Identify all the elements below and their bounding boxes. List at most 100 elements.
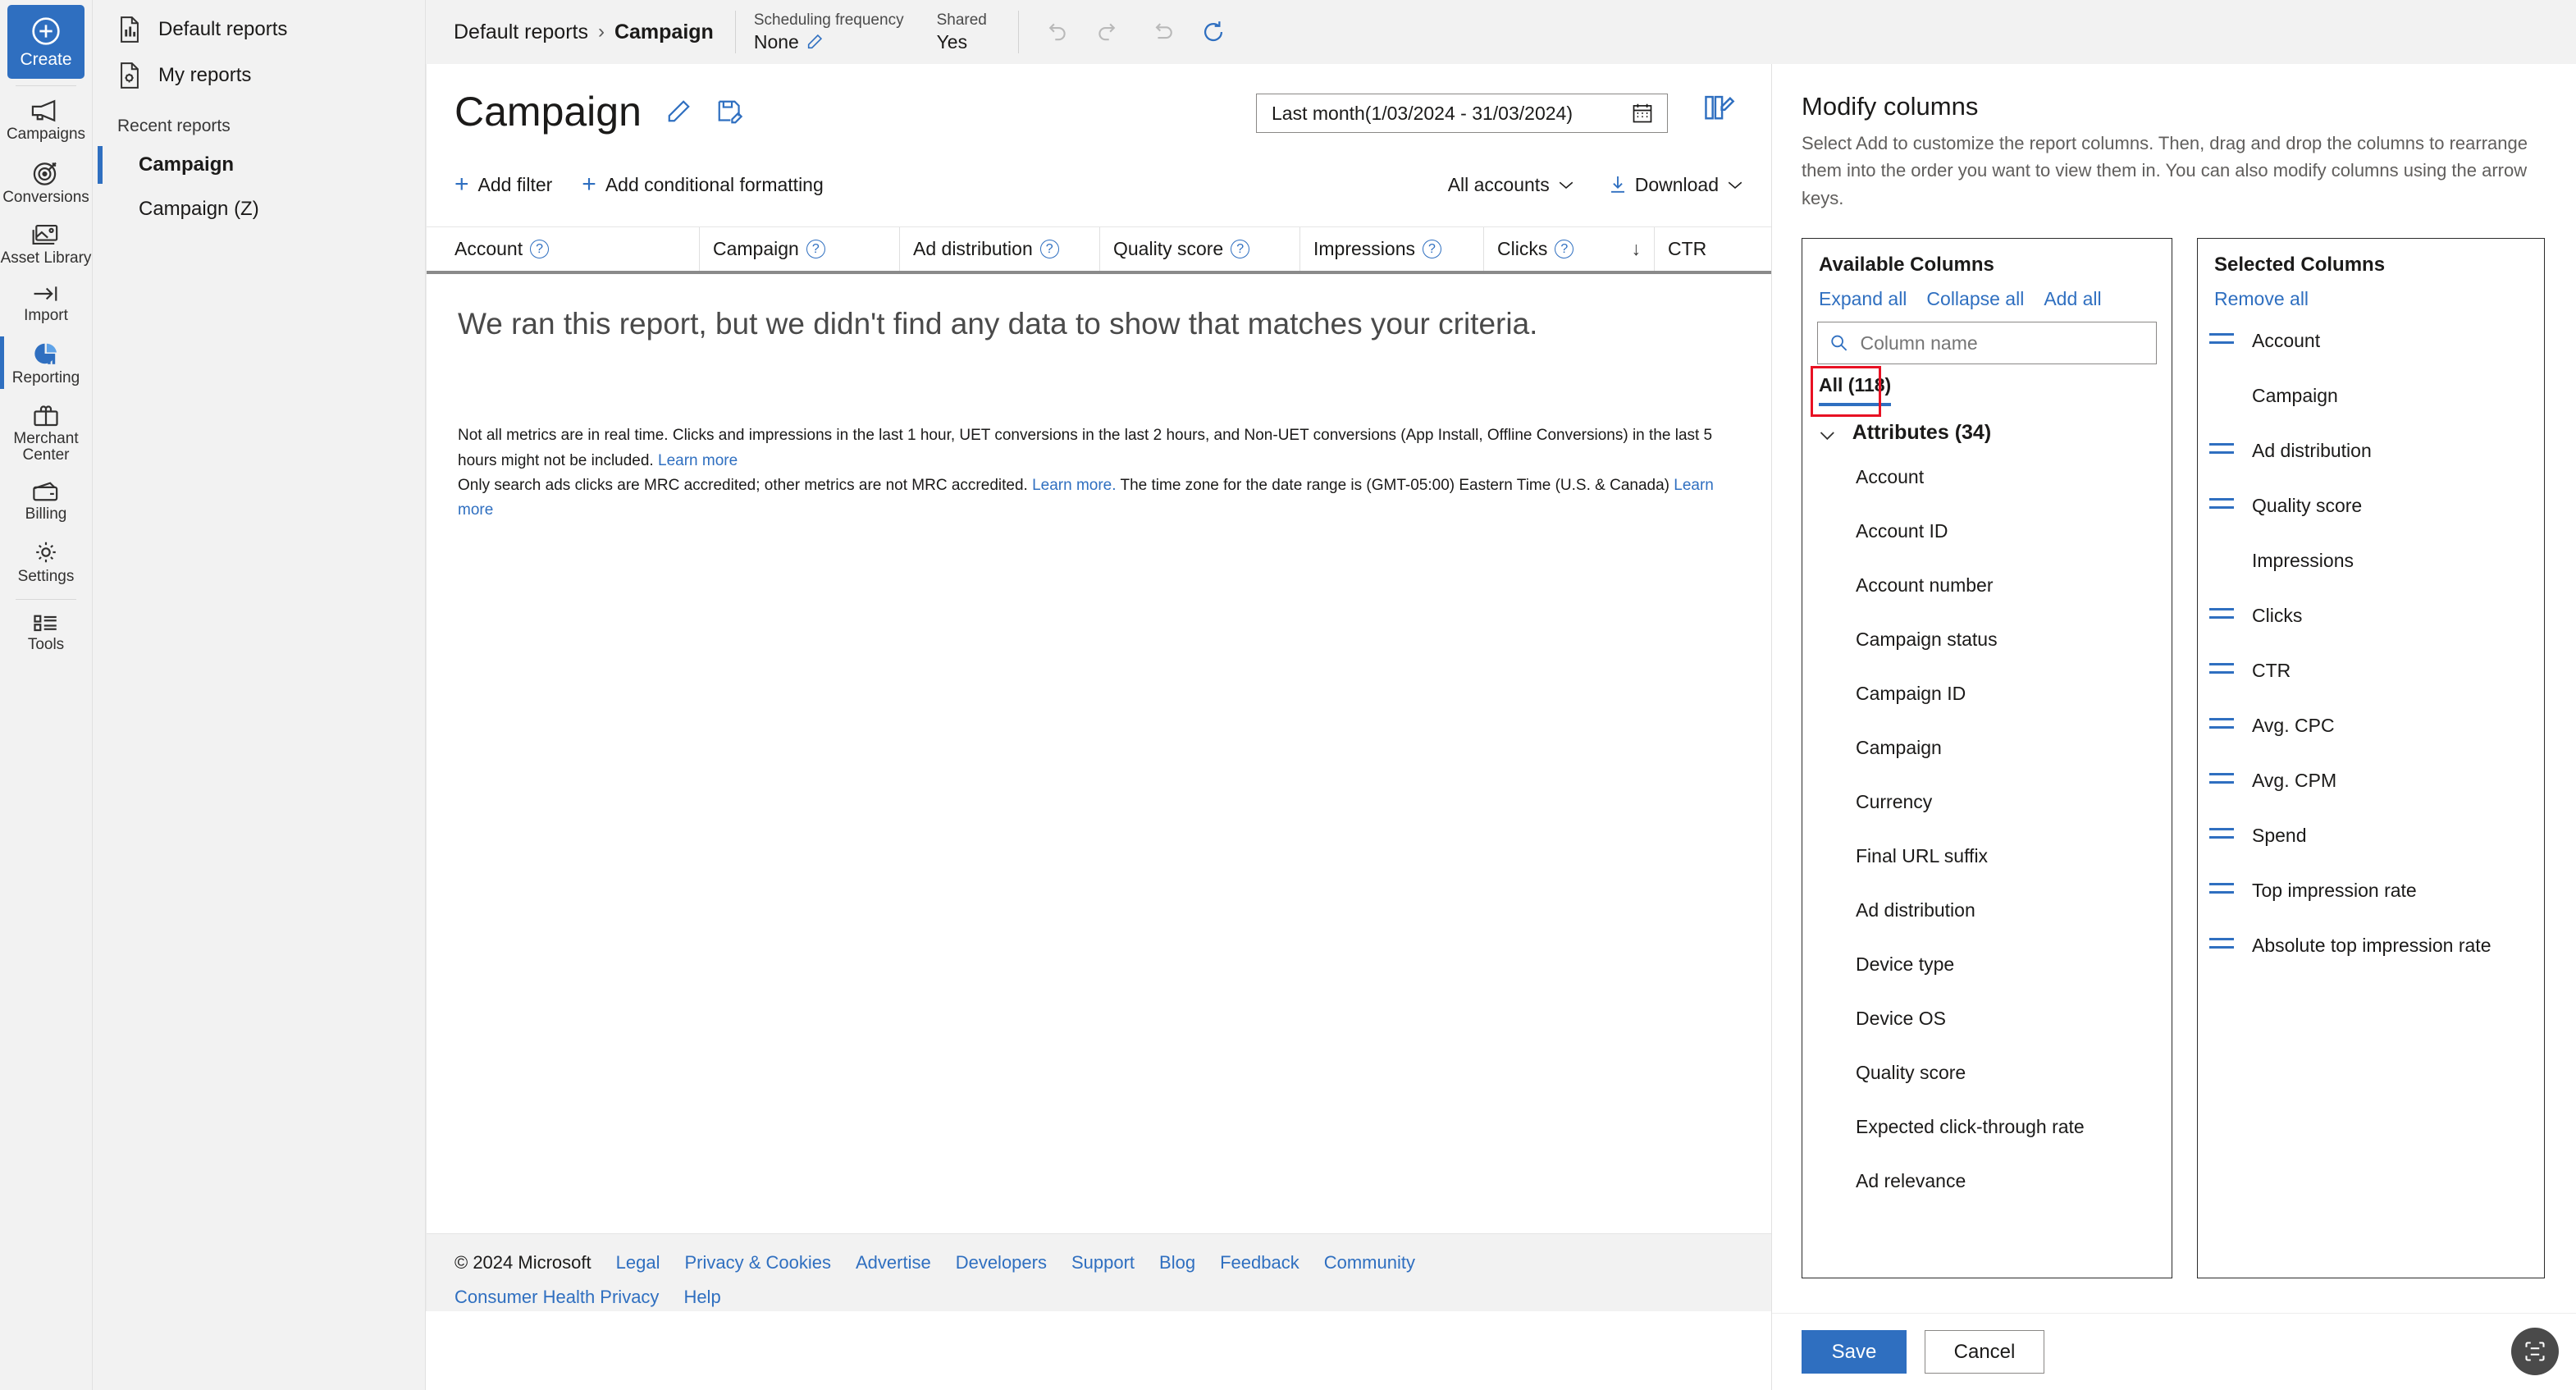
footer-link-help[interactable]: Help <box>683 1287 720 1308</box>
reorder-handle-icon[interactable] <box>2209 442 2234 460</box>
add-all-link[interactable]: Add all <box>2044 288 2101 310</box>
available-column-item[interactable]: Campaign <box>1802 720 2172 775</box>
sidebar-item-tools[interactable]: Tools <box>0 603 93 661</box>
help-icon[interactable]: ? <box>1039 240 1059 258</box>
learn-more-link[interactable]: Learn more <box>658 452 738 469</box>
reorder-handle-icon[interactable] <box>2209 662 2234 679</box>
selected-column-item[interactable]: Ad distribution <box>2198 423 2544 478</box>
selected-column-item[interactable]: Impressions <box>2198 533 2544 588</box>
sort-descending-icon[interactable]: ↓ <box>1632 238 1642 260</box>
drag-handle-icon[interactable] <box>1824 468 1836 486</box>
date-range-picker[interactable]: Last month(1/03/2024 - 31/03/2024) <box>1256 94 1668 133</box>
selected-column-item[interactable]: Avg. CPC <box>2198 698 2544 753</box>
available-column-item[interactable]: Currency <box>1802 775 2172 829</box>
selected-column-item[interactable]: Top impression rate <box>2198 863 2544 918</box>
refresh-icon[interactable] <box>1199 18 1227 46</box>
drag-handle-icon[interactable] <box>1824 901 1836 919</box>
column-header-clicks[interactable]: Clicks ? ↓ <box>1483 227 1654 271</box>
help-icon[interactable]: ? <box>806 240 825 258</box>
drag-handle-icon[interactable] <box>1824 522 1836 540</box>
undo-icon[interactable] <box>1042 18 1070 46</box>
selected-column-item[interactable]: Clicks <box>2198 588 2544 643</box>
tab-all[interactable]: All (118) <box>1819 374 1891 403</box>
footer-link-blog[interactable]: Blog <box>1159 1252 1195 1273</box>
revert-icon[interactable] <box>1147 18 1175 46</box>
reorder-handle-icon[interactable] <box>2209 827 2234 844</box>
reorder-handle-icon[interactable] <box>2209 717 2234 734</box>
selected-column-item[interactable]: Campaign <box>2198 368 2544 423</box>
reorder-handle-icon[interactable] <box>2209 772 2234 789</box>
selected-column-item[interactable]: Account <box>2198 313 2544 368</box>
footer-link-advertise[interactable]: Advertise <box>856 1252 931 1273</box>
selected-column-item[interactable]: Spend <box>2198 808 2544 863</box>
drag-handle-icon[interactable] <box>1824 1009 1836 1027</box>
column-header-impressions[interactable]: Impressions ? <box>1299 227 1483 271</box>
available-column-item[interactable]: Campaign status <box>1802 612 2172 666</box>
footer-link-community[interactable]: Community <box>1324 1252 1415 1273</box>
available-column-item[interactable]: Ad relevance <box>1802 1154 2172 1208</box>
save-button[interactable]: Save <box>1802 1330 1907 1374</box>
remove-all-link[interactable]: Remove all <box>2214 288 2309 310</box>
save-as-icon[interactable] <box>715 98 743 126</box>
footer-link-developers[interactable]: Developers <box>956 1252 1047 1273</box>
column-header-ctr[interactable]: CTR <box>1654 227 1752 271</box>
reorder-handle-icon[interactable] <box>2209 882 2234 899</box>
nav-default-reports[interactable]: Default reports <box>93 7 425 53</box>
sidebar-item-billing[interactable]: Billing <box>0 471 93 530</box>
reorder-handle-icon[interactable] <box>2209 937 2234 954</box>
add-filter-button[interactable]: + Add filter <box>454 172 552 197</box>
column-header-campaign[interactable]: Campaign ? <box>699 227 899 271</box>
drag-handle-icon[interactable] <box>1824 1063 1836 1081</box>
expand-all-link[interactable]: Expand all <box>1819 288 1907 310</box>
selected-column-item[interactable]: Absolute top impression rate <box>2198 918 2544 973</box>
sidebar-item-import[interactable]: Import <box>0 274 93 331</box>
selected-column-item[interactable]: CTR <box>2198 643 2544 698</box>
reorder-handle-icon[interactable] <box>2209 332 2234 350</box>
reorder-handle-icon[interactable] <box>2209 497 2234 514</box>
nav-my-reports[interactable]: My reports <box>93 53 425 98</box>
sidebar-item-settings[interactable]: Settings <box>0 530 93 592</box>
collapse-all-link[interactable]: Collapse all <box>1926 288 2024 310</box>
help-icon[interactable]: ? <box>530 240 550 258</box>
footer-link-privacy-cookies[interactable]: Privacy & Cookies <box>684 1252 831 1273</box>
help-icon[interactable]: ? <box>1555 240 1574 258</box>
pencil-icon[interactable] <box>665 98 692 126</box>
sidebar-item-conversions[interactable]: Conversions <box>0 150 93 213</box>
available-column-item[interactable]: Ad distribution <box>1802 883 2172 937</box>
available-column-item[interactable]: Device type <box>1802 937 2172 991</box>
drag-handle-icon[interactable] <box>1824 1118 1836 1136</box>
sidebar-item-reporting[interactable]: Reporting <box>0 331 93 394</box>
drag-handle-icon[interactable] <box>1824 955 1836 973</box>
drag-handle-icon[interactable] <box>1824 793 1836 811</box>
sidebar-item-campaigns[interactable]: Campaigns <box>0 89 93 150</box>
add-conditional-formatting-button[interactable]: + Add conditional formatting <box>582 172 823 197</box>
available-column-item[interactable]: Quality score <box>1802 1045 2172 1100</box>
column-header-quality-score[interactable]: Quality score ? <box>1099 227 1299 271</box>
search-input[interactable] <box>1860 331 2144 354</box>
footer-link-feedback[interactable]: Feedback <box>1220 1252 1299 1273</box>
drag-handle-icon[interactable] <box>1824 1172 1836 1190</box>
sidebar-item-asset-library[interactable]: Asset Library <box>0 213 93 274</box>
feedback-fab-button[interactable] <box>2511 1328 2559 1375</box>
redo-icon[interactable] <box>1094 18 1122 46</box>
available-column-item[interactable]: Account ID <box>1802 504 2172 558</box>
download-button[interactable]: Download <box>1609 174 1743 196</box>
footer-link-support[interactable]: Support <box>1071 1252 1135 1273</box>
drag-handle-icon[interactable] <box>1824 630 1836 648</box>
breadcrumb-root[interactable]: Default reports <box>454 21 588 44</box>
nav-recent-campaign[interactable]: Campaign <box>93 143 425 187</box>
available-column-item[interactable]: Campaign ID <box>1802 666 2172 720</box>
available-column-item[interactable]: Account <box>1802 450 2172 504</box>
drag-handle-icon[interactable] <box>1824 847 1836 865</box>
pencil-icon[interactable] <box>806 33 824 51</box>
footer-link-legal[interactable]: Legal <box>616 1252 660 1273</box>
help-icon[interactable]: ? <box>1231 240 1250 258</box>
reorder-handle-icon[interactable] <box>2209 607 2234 624</box>
column-header-ad-distribution[interactable]: Ad distribution ? <box>899 227 1099 271</box>
modify-columns-icon[interactable] <box>1702 94 1735 123</box>
drag-handle-icon[interactable] <box>1824 684 1836 702</box>
footer-link-consumer-health-privacy[interactable]: Consumer Health Privacy <box>454 1287 659 1308</box>
column-header-account[interactable]: Account ? <box>427 227 699 271</box>
cancel-button[interactable]: Cancel <box>1925 1330 2044 1374</box>
create-button[interactable]: Create <box>7 5 84 79</box>
